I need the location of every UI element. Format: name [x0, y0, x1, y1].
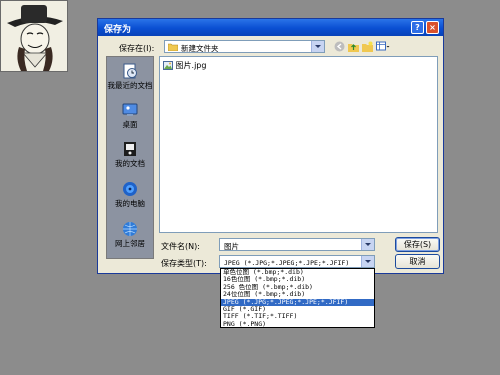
network-places-icon [123, 222, 137, 236]
list-item[interactable]: 图片.jpg [163, 60, 206, 71]
chevron-down-icon[interactable] [361, 239, 374, 250]
place-recent-documents[interactable]: 我最近的文档 [107, 63, 153, 91]
new-folder-icon[interactable] [362, 41, 373, 52]
place-label: 我的文档 [115, 159, 145, 168]
place-my-computer[interactable]: 我的电脑 [107, 181, 153, 209]
place-label: 我最近的文档 [107, 81, 153, 90]
close-button[interactable]: × [426, 21, 439, 34]
filetype-option[interactable]: 24位位图 (*.bmp;*.dib) [221, 291, 374, 298]
help-button[interactable]: ? [411, 21, 424, 34]
filename-field[interactable]: 图片 [219, 238, 375, 251]
recent-documents-icon [123, 63, 137, 79]
filetype-option[interactable]: 256 色位图 (*.bmp;*.dib) [221, 284, 374, 291]
hat-figure-image [1, 1, 67, 71]
filetype-option[interactable]: TIFF (*.TIF;*.TIFF) [221, 313, 374, 320]
filetype-label: 保存类型(T): [161, 259, 207, 268]
chevron-down-icon[interactable] [311, 41, 324, 52]
filetype-option[interactable]: PNG (*.PNG) [221, 321, 374, 328]
filetype-value: JPEG (*.JPG;*.JPEG;*.JPE;*.JFIF) [224, 259, 350, 267]
filetype-option[interactable]: GIF (*.GIF) [221, 306, 374, 313]
save-button[interactable]: 保存(S) [395, 237, 440, 252]
my-documents-icon [124, 142, 136, 156]
place-label: 桌面 [122, 120, 138, 129]
up-folder-icon[interactable] [348, 41, 359, 52]
save-in-combo[interactable]: 新建文件夹 [164, 40, 325, 53]
view-menu-icon[interactable] [376, 41, 390, 52]
filetype-option[interactable]: 16色位图 (*.bmp;*.dib) [221, 276, 374, 283]
place-network[interactable]: 网上邻居 [107, 221, 153, 249]
place-label: 网上邻居 [115, 239, 145, 248]
chevron-down-icon[interactable] [361, 256, 374, 267]
my-computer-icon [123, 182, 137, 196]
file-name: 图片.jpg [175, 61, 207, 70]
filetype-select[interactable]: JPEG (*.JPG;*.JPEG;*.JPE;*.JFIF) [219, 255, 375, 268]
folder-icon [168, 43, 178, 51]
canvas-thumbnail [0, 0, 68, 72]
back-icon[interactable] [334, 41, 345, 52]
place-desktop[interactable]: 桌面 [107, 102, 153, 130]
filetype-option[interactable]: 单色位图 (*.bmp;*.dib) [221, 269, 374, 276]
image-file-icon [163, 61, 173, 70]
places-bar: 我最近的文档 桌面 我的文档 我的电脑 网上邻居 [106, 56, 154, 259]
save-in-label: 保存在(I): [119, 44, 155, 53]
filename-label: 文件名(N): [161, 242, 200, 251]
current-folder: 新建文件夹 [181, 44, 219, 53]
place-label: 我的电脑 [115, 199, 145, 208]
filename-value: 图片 [224, 242, 239, 251]
save-as-dialog: 保存为 ? × 保存在(I): 新建文件夹 我最近的文档 桌面 我的文档 我的电… [97, 18, 444, 274]
desktop-icon [122, 103, 138, 116]
dialog-title: 保存为 [104, 25, 132, 35]
place-my-documents[interactable]: 我的文档 [107, 141, 153, 169]
cancel-button[interactable]: 取消 [395, 254, 440, 269]
filetype-option-selected[interactable]: JPEG (*.JPG;*.JPEG;*.JPE;*.JFIF) [221, 298, 374, 306]
file-list[interactable]: 图片.jpg [159, 56, 438, 233]
title-bar[interactable]: 保存为 ? × [98, 19, 443, 36]
filetype-dropdown-list[interactable]: 单色位图 (*.bmp;*.dib) 16色位图 (*.bmp;*.dib) 2… [220, 268, 375, 328]
